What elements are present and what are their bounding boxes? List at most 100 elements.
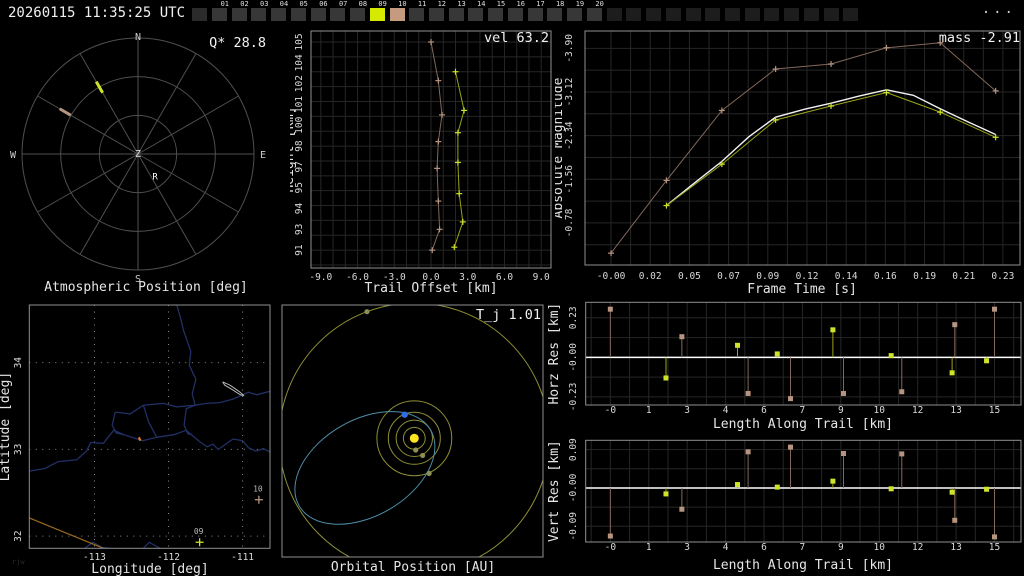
label: 7 — [800, 542, 806, 553]
frame-thumb-box[interactable] — [409, 8, 425, 21]
frame-thumb-08[interactable]: 08 — [350, 0, 367, 22]
frame-thumb-18[interactable]: 18 — [547, 0, 564, 22]
stem-marker — [745, 449, 751, 455]
frame-thumb-20[interactable]: 20 — [586, 0, 604, 22]
frame-thumb-label: 01 — [220, 0, 229, 8]
frame-thumb-box[interactable] — [626, 8, 642, 21]
frame-thumb-box[interactable] — [784, 8, 800, 21]
frame-thumb-blank-30[interactable] — [784, 0, 800, 22]
frame-thumb-box[interactable] — [724, 8, 740, 21]
frame-thumb-box[interactable] — [527, 8, 543, 21]
frame-thumb-box[interactable] — [547, 8, 563, 21]
frame-thumb-box[interactable] — [192, 8, 207, 21]
label: 1 — [646, 542, 652, 553]
frame-thumb-15[interactable]: 15 — [488, 0, 505, 22]
frame-thumb-11[interactable]: 11 — [409, 0, 426, 22]
frame-thumb-box[interactable] — [843, 8, 859, 21]
frame-thumb-box[interactable] — [251, 8, 267, 21]
frame-thumb-box[interactable] — [271, 8, 287, 21]
overflow-menu-button[interactable]: ... — [982, 1, 1016, 17]
frame-thumb-label: 14 — [477, 0, 486, 8]
frame-thumb-box[interactable] — [606, 8, 622, 21]
frame-thumb-box[interactable] — [468, 8, 484, 21]
label: 9 — [838, 405, 844, 416]
label: -9.0 — [309, 272, 332, 283]
label: R — [152, 173, 158, 183]
frame-thumb-box[interactable] — [764, 8, 780, 21]
series-station-09 — [663, 89, 999, 209]
plot-frame — [28, 304, 271, 549]
frame-thumb-blank-26[interactable] — [705, 0, 721, 22]
stem-marker — [788, 444, 794, 450]
frame-thumb-blank-22[interactable] — [626, 0, 642, 22]
frame-thumb-12[interactable]: 12 — [429, 0, 446, 22]
frame-thumb-box[interactable] — [290, 8, 306, 21]
frame-thumb-box[interactable] — [231, 8, 247, 21]
frame-thumb-blank-21[interactable] — [606, 0, 622, 22]
stem-marker — [679, 506, 685, 512]
frame-thumb-blank-31[interactable] — [803, 0, 819, 22]
frame-thumb-box[interactable] — [665, 8, 681, 21]
label: -0.09 — [568, 512, 579, 541]
frame-thumb-02[interactable]: 02 — [231, 0, 249, 22]
frame-thumb-blank-32[interactable] — [823, 0, 839, 22]
frame-thumb-box[interactable] — [646, 8, 662, 21]
planet-earth — [401, 411, 408, 418]
frame-thumb-04[interactable]: 04 — [271, 0, 288, 22]
frame-thumb-box[interactable] — [685, 8, 701, 21]
frame-thumb-box[interactable] — [350, 8, 366, 21]
frame-thumb-box[interactable] — [803, 8, 819, 21]
frame-thumb-box[interactable] — [744, 8, 760, 21]
frame-thumb-box[interactable] — [369, 8, 385, 21]
frame-thumb-05[interactable]: 05 — [290, 0, 308, 22]
frame-thumb-box[interactable] — [389, 8, 405, 21]
frame-thumb-blank-25[interactable] — [685, 0, 701, 22]
frame-thumb-label: 20 — [595, 0, 604, 8]
frame-thumb-box[interactable] — [507, 8, 523, 21]
label: 12 — [912, 542, 923, 553]
frame-thumb-box[interactable] — [705, 8, 721, 21]
frame-thumb-box[interactable] — [567, 8, 583, 21]
frame-thumb-box[interactable] — [448, 8, 464, 21]
frame-thumb-09[interactable]: 09 — [369, 0, 387, 22]
frame-thumb-19[interactable]: 19 — [567, 0, 585, 22]
label: Length Along Trail [km] — [713, 417, 893, 432]
station-marker-10: 10 — [253, 485, 263, 504]
frame-thumb-06[interactable]: 06 — [310, 0, 328, 22]
frame-thumb-13[interactable]: 13 — [448, 0, 466, 22]
label: -0.23 — [568, 383, 579, 412]
app-screen: 20260115 11:35:25 UTC 01 02 03 04 05 06 07 08 09… — [0, 0, 1024, 576]
frame-thumb-label: 19 — [575, 0, 585, 8]
label: 3 — [684, 542, 690, 553]
frame-thumb-box[interactable] — [823, 8, 839, 21]
frame-thumb-label: 06 — [319, 0, 328, 8]
frame-thumb-blank-0[interactable] — [192, 0, 207, 22]
frame-thumb-blank-27[interactable] — [724, 0, 740, 22]
frame-thumb-14[interactable]: 14 — [468, 0, 486, 22]
label: 9.0 — [533, 272, 550, 283]
frame-thumb-17[interactable]: 17 — [527, 0, 545, 22]
label: Z — [135, 149, 141, 160]
frame-thumb-box[interactable] — [586, 8, 602, 21]
frame-thumb-box[interactable] — [330, 8, 346, 21]
frame-thumb-blank-29[interactable] — [764, 0, 780, 22]
frame-thumb-blank-23[interactable] — [646, 0, 662, 22]
frame-thumb-box[interactable] — [488, 8, 504, 21]
label: 0.14 — [835, 271, 858, 282]
frame-thumb-03[interactable]: 03 — [251, 0, 268, 22]
frame-thumb-blank-28[interactable] — [744, 0, 760, 22]
frame-thumb-blank-33[interactable] — [843, 0, 859, 22]
meteoroid-orbit — [294, 411, 436, 525]
frame-thumb-label: 13 — [457, 0, 466, 8]
frame-thumb-16[interactable]: 16 — [507, 0, 525, 22]
frame-thumb-blank-24[interactable] — [665, 0, 681, 22]
lake-outline — [222, 381, 245, 397]
frame-thumb-10[interactable]: 10 — [389, 0, 407, 22]
label: Trail Offset [km] — [364, 281, 497, 296]
frame-thumb-01[interactable]: 01 — [212, 0, 229, 22]
frame-thumb-box[interactable] — [212, 8, 227, 21]
label: Horz Res [km] — [547, 303, 562, 405]
frame-thumb-box[interactable] — [310, 8, 326, 21]
frame-thumb-07[interactable]: 07 — [330, 0, 347, 22]
frame-thumb-box[interactable] — [429, 8, 445, 21]
